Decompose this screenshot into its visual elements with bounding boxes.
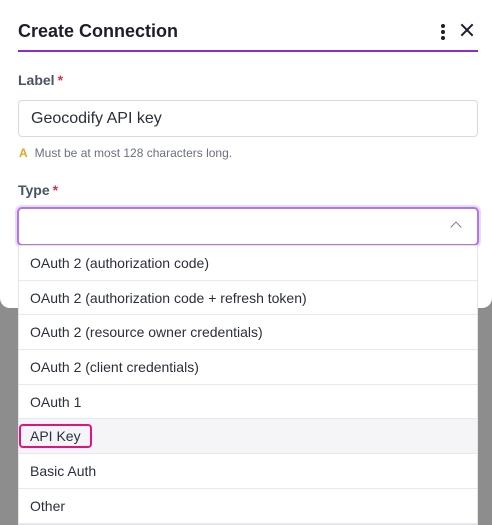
label-hint: A Must be at most 128 characters long.: [19, 146, 232, 160]
close-icon[interactable]: [458, 21, 476, 39]
type-dropdown-menu: OAuth 2 (authorization code) OAuth 2 (au…: [18, 245, 478, 525]
option-api-key[interactable]: API Key: [19, 419, 477, 455]
label-field-text: Label: [18, 72, 55, 88]
more-vertical-icon[interactable]: [438, 22, 448, 42]
option-oauth2-authorization-code-refresh-token[interactable]: OAuth 2 (authorization code + refresh to…: [19, 281, 477, 316]
option-oauth2-authorization-code[interactable]: OAuth 2 (authorization code): [19, 246, 477, 281]
chevron-up-icon[interactable]: [450, 221, 462, 233]
modal-header: Create Connection: [18, 12, 478, 52]
option-basic-auth[interactable]: Basic Auth: [19, 454, 477, 489]
option-label: OAuth 2 (authorization code): [30, 255, 209, 271]
option-label: OAuth 1: [30, 393, 82, 410]
type-select[interactable]: [17, 207, 479, 246]
required-mark: *: [57, 72, 64, 88]
option-label: Other: [30, 497, 66, 514]
option-label: Basic Auth: [30, 463, 97, 480]
modal-title: Create Connection: [18, 21, 179, 41]
type-field-label: Type *: [18, 182, 58, 198]
type-field-text: Type: [18, 182, 50, 198]
hint-text: Must be at most 128 characters long.: [34, 146, 233, 160]
option-oauth1[interactable]: OAuth 1: [19, 385, 477, 420]
warning-icon: A: [19, 146, 28, 160]
option-oauth2-resource-owner-credentials[interactable]: OAuth 2 (resource owner credentials): [19, 315, 477, 351]
required-mark: *: [52, 182, 59, 198]
label-input[interactable]: [18, 100, 478, 137]
option-other[interactable]: Other: [19, 489, 477, 524]
option-label: OAuth 2 (resource owner credentials): [30, 324, 263, 341]
option-label: OAuth 2 (client credentials): [30, 359, 199, 376]
option-label: OAuth 2 (authorization code + refresh to…: [30, 289, 307, 306]
option-label: API Key: [19, 424, 92, 449]
label-field-label: Label *: [18, 72, 63, 88]
option-oauth2-client-credentials[interactable]: OAuth 2 (client credentials): [19, 350, 477, 385]
